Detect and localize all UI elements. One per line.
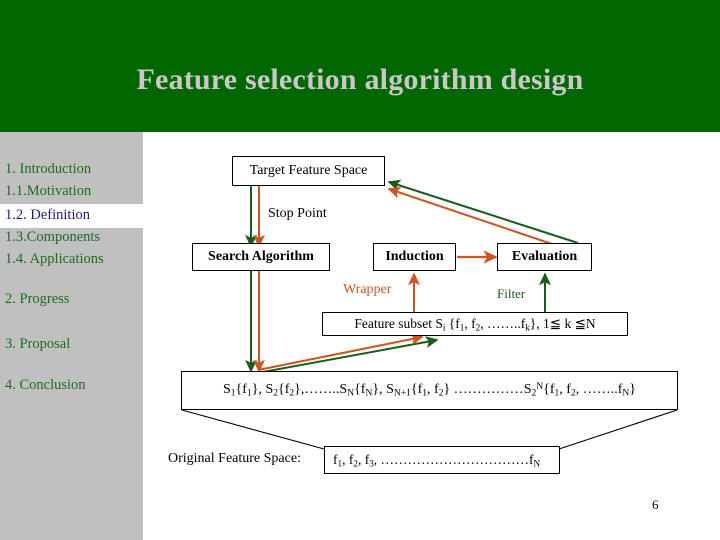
slide-canvas: Feature selection algorithm design 1. In… — [0, 0, 720, 540]
wrapper-label: Wrapper — [343, 282, 392, 297]
search-algorithm-label: Search Algorithm — [208, 249, 314, 264]
filter-label: Filter — [497, 286, 526, 301]
target-feature-space-label: Target Feature Space — [249, 163, 368, 178]
feature-selection-diagram: Target Feature Space Stop Point Search A… — [0, 0, 720, 540]
original-feature-space-text: f1, f2, f3, ……………………………fN — [333, 451, 541, 469]
original-feature-space-box[interactable]: f1, f2, f3, ……………………………fN — [324, 446, 560, 474]
target-feature-space-box[interactable]: Target Feature Space — [232, 156, 385, 186]
stop-point-label: Stop Point — [268, 206, 327, 221]
page-number: 6 — [652, 497, 659, 512]
feature-subset-text: Feature subset Si {f1, f2, ……..fk}, 1≦ k… — [354, 315, 596, 333]
original-feature-space-label: Original Feature Space: — [168, 451, 301, 466]
induction-box[interactable]: Induction — [373, 243, 456, 271]
induction-label: Induction — [385, 249, 444, 264]
feature-subset-box[interactable]: Feature subset Si {f1, f2, ……..fk}, 1≦ k… — [322, 312, 628, 336]
evaluation-label: Evaluation — [511, 249, 578, 264]
subset-enumeration-box[interactable]: S1{f1}, S2{f2},……..SN{fN}, SN+1{f1, f2} … — [181, 371, 678, 410]
subset-enumeration-text: S1{f1}, S2{f2},……..SN{fN}, SN+1{f1, f2} … — [222, 382, 636, 399]
search-algorithm-box[interactable]: Search Algorithm — [192, 243, 330, 271]
sidebar-item-definition[interactable]: 1.2. Definition — [5, 208, 90, 223]
evaluation-box[interactable]: Evaluation — [497, 243, 592, 271]
